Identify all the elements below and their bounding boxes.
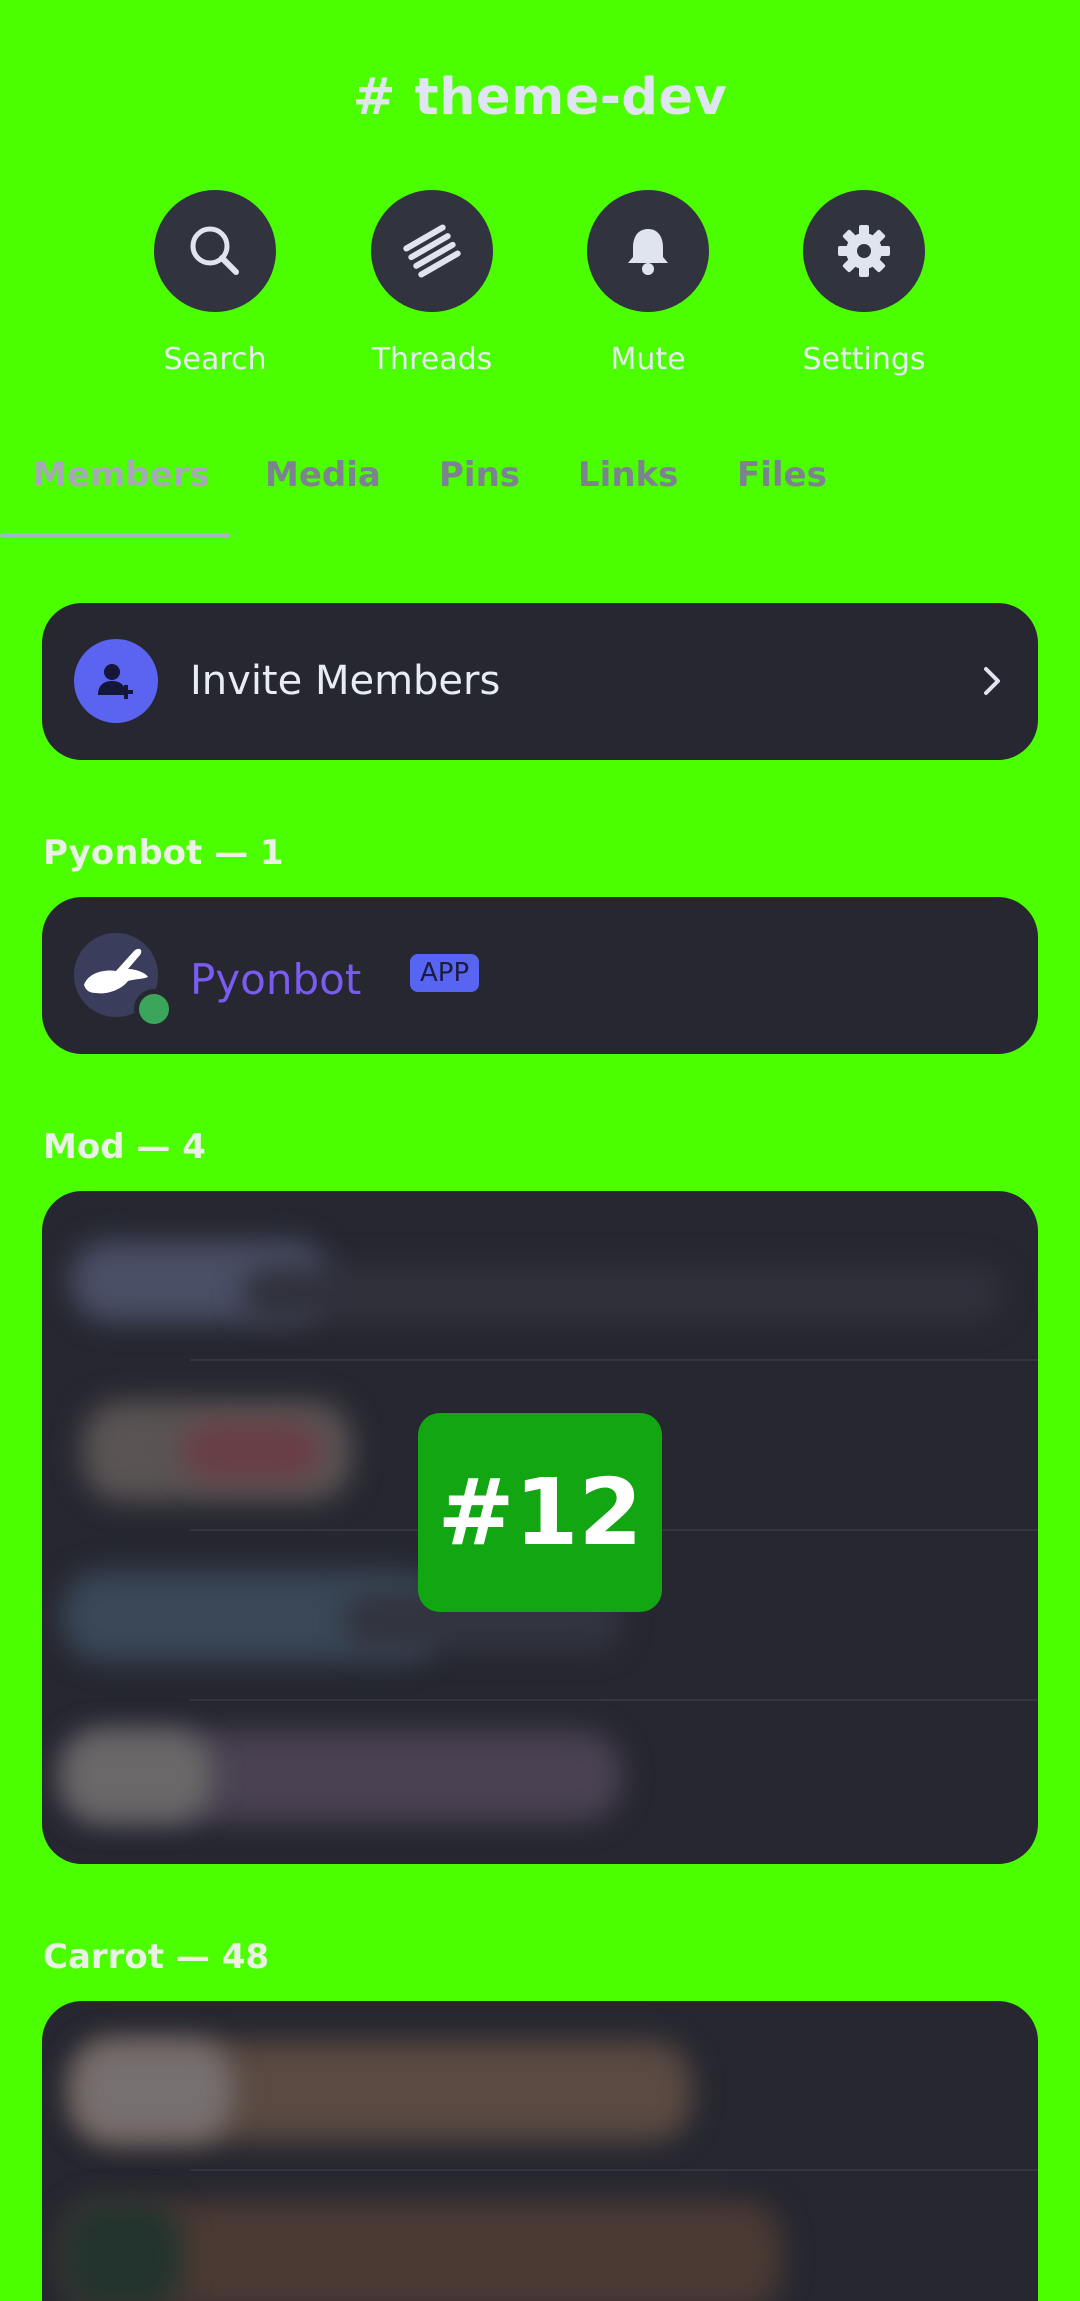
threads-label: Threads	[371, 342, 493, 377]
channel-title: # theme-dev	[352, 68, 728, 127]
search-label: Search	[163, 342, 267, 377]
step-number-badge: #12	[418, 1413, 662, 1612]
tab-media[interactable]: Media	[265, 455, 381, 495]
list-item[interactable]	[42, 2171, 1038, 2301]
tab-pins[interactable]: Pins	[439, 455, 520, 495]
list-item[interactable]	[42, 1701, 1038, 1864]
threads-button[interactable]: Threads	[332, 190, 532, 377]
section-header-pyonbot: Pyonbot — 1	[43, 833, 284, 873]
app-badge: APP	[410, 954, 480, 992]
chevron-right-icon	[974, 661, 1010, 705]
settings-button[interactable]: Settings	[764, 190, 964, 377]
carrot-members-list	[42, 2001, 1038, 2301]
add-member-icon	[74, 639, 158, 723]
threads-icon	[371, 190, 493, 312]
active-tab-indicator	[0, 533, 230, 538]
invite-members-label: Invite Members	[190, 658, 501, 704]
settings-label: Settings	[802, 342, 926, 377]
tab-members[interactable]: Members	[33, 455, 210, 495]
gear-icon	[803, 190, 925, 312]
invite-members-button[interactable]: Invite Members	[42, 603, 1038, 760]
section-header-mod: Mod — 4	[43, 1127, 206, 1167]
search-button[interactable]: Search	[115, 190, 315, 377]
channel-actions: Search Threads Mute Settings	[0, 190, 1080, 390]
mute-label: Mute	[610, 342, 686, 377]
tab-files[interactable]: Files	[737, 455, 827, 495]
member-row-pyonbot[interactable]: Pyonbot APP	[42, 897, 1038, 1054]
tab-links[interactable]: Links	[578, 455, 678, 495]
section-header-carrot: Carrot — 48	[43, 1937, 270, 1977]
mute-button[interactable]: Mute	[548, 190, 748, 377]
list-item[interactable]	[42, 1191, 1038, 1361]
search-icon	[154, 190, 276, 312]
online-status-indicator	[134, 989, 174, 1029]
channel-tabs: Members Media Pins Links Files	[0, 455, 1080, 535]
list-item[interactable]	[42, 2001, 1038, 2171]
bell-icon	[587, 190, 709, 312]
member-name: Pyonbot	[190, 955, 362, 1004]
